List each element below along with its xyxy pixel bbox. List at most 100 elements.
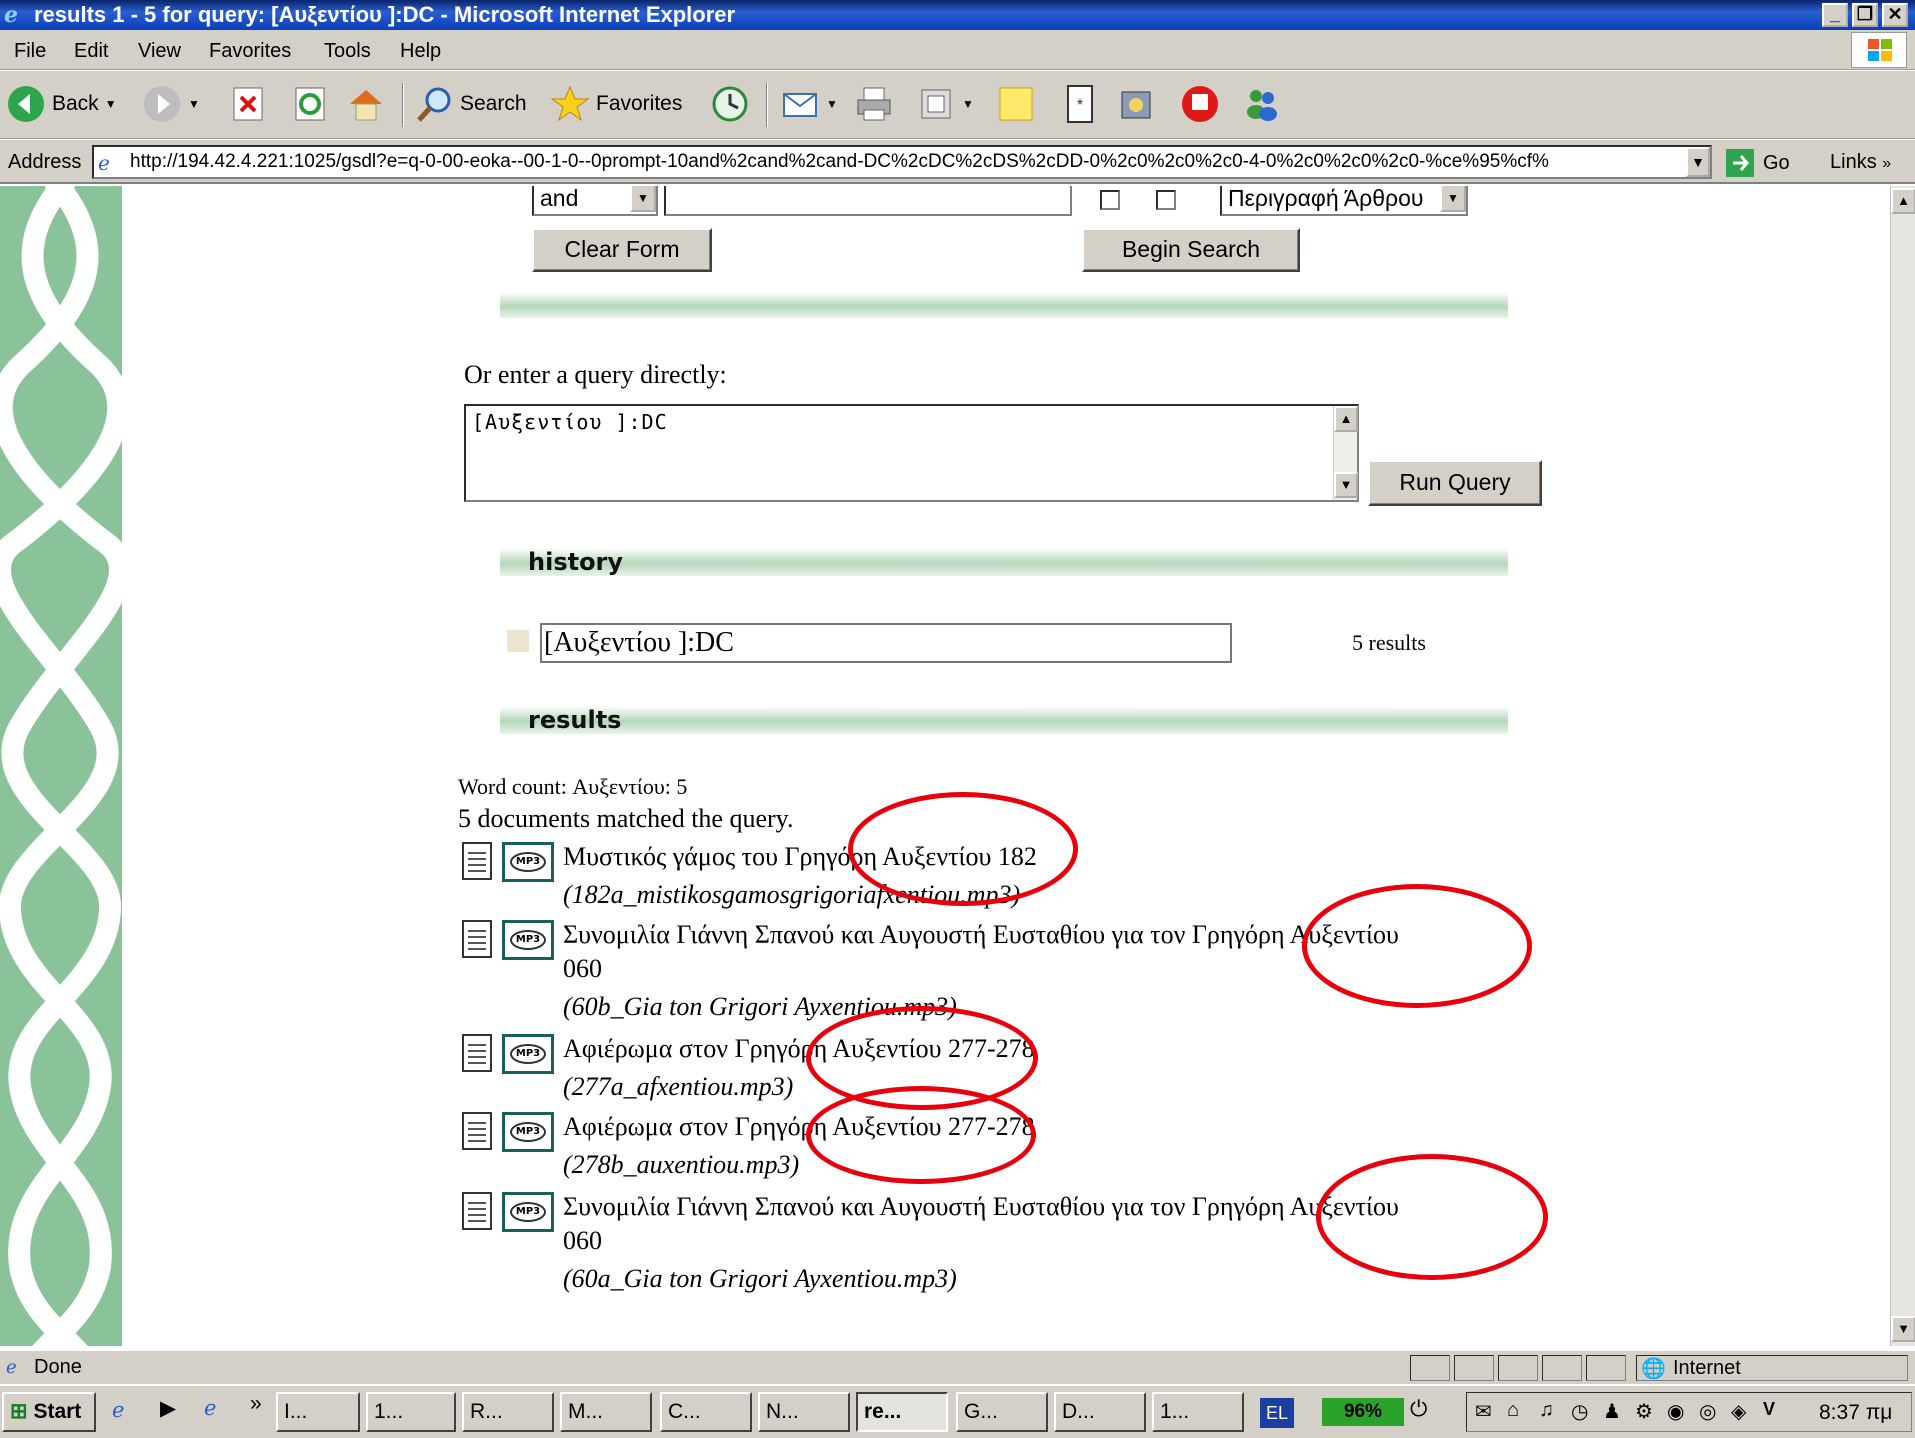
refresh-icon (295, 87, 325, 121)
quicklaunch-media-icon[interactable]: ▶ (160, 1396, 176, 1421)
restore-button[interactable]: ❐ (1852, 3, 1878, 27)
page-scrollbar[interactable]: ▲ ▼ (1890, 186, 1915, 1346)
messenger-alert-button[interactable] (1180, 81, 1220, 127)
document-icon[interactable] (462, 920, 492, 958)
checkbox-1[interactable] (1100, 190, 1120, 210)
menu-help[interactable]: Help (400, 40, 441, 63)
operator-select[interactable]: and ▼ (532, 186, 658, 216)
task-button-10[interactable]: 1... (1152, 1392, 1244, 1432)
back-dropdown-icon[interactable]: ▼ (105, 97, 117, 111)
quicklaunch-ie-icon[interactable]: ℯ (112, 1398, 124, 1423)
address-dropdown-icon[interactable]: ▼ (1686, 147, 1710, 177)
query-textarea[interactable]: [Αυξεντίου ]:DC ▲ ▼ (464, 404, 1359, 502)
quicklaunch-browser-icon[interactable]: ℯ (204, 1396, 216, 1421)
operator-dropdown-icon[interactable]: ▼ (630, 186, 656, 212)
go-button[interactable]: Go (1725, 146, 1790, 180)
tray-monitor-icon[interactable]: ◉ (1667, 1399, 1684, 1424)
tray-vc-icon[interactable]: V (1763, 1399, 1775, 1420)
battery-meter[interactable]: 96% (1322, 1398, 1404, 1426)
result-title-continuation[interactable]: 060 (563, 954, 602, 984)
scroll-down-icon[interactable]: ▼ (1891, 1316, 1915, 1342)
tray-settings-icon[interactable]: ⚙ (1635, 1399, 1653, 1424)
tray-network-icon[interactable]: ⌂ (1507, 1399, 1519, 1422)
menu-favorites[interactable]: Favorites (209, 40, 291, 63)
checkbox-2[interactable] (1156, 190, 1176, 210)
links-button[interactable]: Links » (1830, 151, 1891, 174)
task-button-1[interactable]: I... (276, 1392, 360, 1432)
address-input[interactable]: ℯ http://194.42.4.221:1025/gsdl?e=q-0-00… (92, 145, 1712, 179)
field-dropdown-icon[interactable]: ▼ (1440, 186, 1466, 212)
home-button[interactable] (346, 81, 386, 127)
document-icon[interactable] (462, 1112, 492, 1150)
task-button-6[interactable]: N... (758, 1392, 850, 1432)
results-heading: results (528, 706, 622, 734)
document-icon[interactable] (462, 842, 492, 880)
research-button[interactable]: * (1060, 81, 1100, 127)
quicklaunch-more-icon[interactable]: » (250, 1392, 262, 1416)
mp3-icon[interactable]: MP3 (502, 1192, 554, 1232)
menu-file[interactable]: File (14, 40, 46, 63)
mp3-icon[interactable]: MP3 (502, 920, 554, 960)
tray-mail-icon[interactable]: ✉ (1475, 1399, 1492, 1424)
refresh-button[interactable] (290, 81, 330, 127)
textarea-scroll-up-icon[interactable]: ▲ (1334, 406, 1358, 432)
favorites-button[interactable]: Favorites (550, 81, 682, 127)
stop-button[interactable] (228, 81, 268, 127)
media-button[interactable] (1116, 81, 1156, 127)
run-query-button[interactable]: Run Query (1368, 460, 1542, 506)
clear-form-button[interactable]: Clear Form (532, 228, 712, 272)
result-title[interactable]: Συνομιλία Γιάννη Σπανού και Αυγουστή Ευσ… (563, 1192, 1399, 1222)
tray-clock-icon[interactable]: ◷ (1571, 1399, 1588, 1424)
result-title-continuation[interactable]: 060 (563, 1226, 602, 1256)
mp3-icon[interactable]: MP3 (502, 1034, 554, 1074)
red-alert-icon (1182, 86, 1218, 122)
task-button-4[interactable]: M... (560, 1392, 652, 1432)
scroll-up-icon[interactable]: ▲ (1891, 188, 1915, 214)
print-button[interactable] (854, 81, 894, 127)
menu-edit[interactable]: Edit (74, 40, 108, 63)
messenger-button[interactable] (1242, 81, 1282, 127)
textarea-scroll-down-icon[interactable]: ▼ (1334, 472, 1358, 498)
task-button-2[interactable]: 1... (366, 1392, 456, 1432)
tray-antivirus-icon[interactable]: ◎ (1699, 1399, 1716, 1424)
task-button-9[interactable]: D... (1054, 1392, 1146, 1432)
task-button-3[interactable]: R... (462, 1392, 554, 1432)
page-icon: ℯ (98, 153, 110, 175)
result-title[interactable]: Συνομιλία Γιάννη Σπανού και Αυγουστή Ευσ… (563, 920, 1399, 950)
edit-dropdown-icon[interactable]: ▼ (962, 97, 974, 111)
history-query-box[interactable]: [Αυξεντίου ]:DC (540, 623, 1232, 663)
document-icon[interactable] (462, 1192, 492, 1230)
clock[interactable]: 8:37 πμ (1819, 1401, 1892, 1425)
mp3-icon[interactable]: MP3 (502, 1112, 554, 1152)
back-button[interactable]: Back ▼ (6, 81, 117, 127)
menu-tools[interactable]: Tools (324, 40, 371, 63)
language-indicator[interactable]: EL (1260, 1398, 1294, 1428)
field-select[interactable]: Περιγραφή Άρθρου ▼ (1220, 186, 1468, 216)
edit-button[interactable]: ▼ (916, 81, 974, 127)
mail-dropdown-icon[interactable]: ▼ (826, 97, 838, 111)
begin-search-button[interactable]: Begin Search (1082, 228, 1300, 272)
discuss-button[interactable] (996, 81, 1036, 127)
result-filename: (60a_Gia ton Grigori Ayxentiou.mp3) (563, 1264, 957, 1293)
minimize-button[interactable]: _ (1822, 3, 1848, 27)
search-button[interactable]: Search (414, 81, 527, 127)
forward-button[interactable]: ▼ (142, 81, 200, 127)
tray-update-icon[interactable]: ◈ (1731, 1399, 1746, 1424)
start-button[interactable]: ⊞ Start (2, 1392, 96, 1432)
tray-user-icon[interactable]: ♟ (1603, 1399, 1621, 1424)
textarea-scrollbar[interactable]: ▲ ▼ (1333, 406, 1358, 500)
document-icon[interactable] (462, 1034, 492, 1072)
start-flag-icon: ⊞ (10, 1400, 28, 1423)
close-button[interactable]: ✕ (1882, 3, 1908, 27)
menu-view[interactable]: View (138, 40, 181, 63)
task-button-active[interactable]: re... (856, 1392, 948, 1432)
task-button-8[interactable]: G... (956, 1392, 1048, 1432)
history-button[interactable] (710, 81, 750, 127)
mp3-icon[interactable]: MP3 (502, 842, 554, 882)
search-term-input[interactable] (664, 186, 1072, 216)
tray-sound-icon[interactable]: ♫ (1539, 1399, 1554, 1422)
task-button-5[interactable]: C... (660, 1392, 752, 1432)
forward-dropdown-icon[interactable]: ▼ (188, 97, 200, 111)
power-plug-icon[interactable]: ⏻ (1410, 1396, 1427, 1422)
mail-button[interactable]: ▼ (780, 81, 838, 127)
